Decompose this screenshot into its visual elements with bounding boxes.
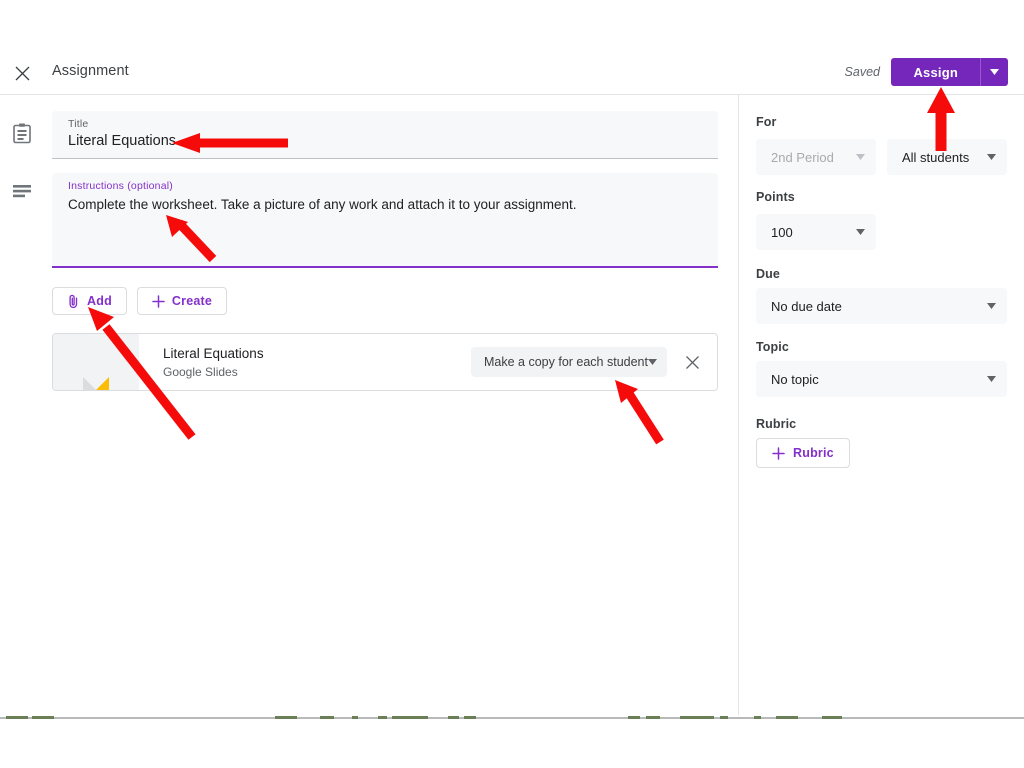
chevron-down-icon [987, 303, 996, 309]
topic-label: Topic [756, 340, 789, 354]
assign-button[interactable]: Assign [891, 58, 980, 86]
students-select[interactable]: All students [887, 139, 1007, 175]
main-content-column: Title Literal Equations Instructions (op… [44, 95, 738, 715]
points-select-value: 100 [771, 224, 793, 240]
description-lines-icon [10, 179, 34, 203]
add-button-label: Add [87, 294, 112, 308]
topic-select[interactable]: No topic [756, 361, 1007, 397]
assign-button-group: Assign [891, 58, 1008, 86]
class-select-value: 2nd Period [771, 149, 834, 165]
top-background-band [0, 0, 1024, 50]
instructions-field-value: Complete the worksheet. Take a picture o… [68, 197, 577, 212]
students-select-value: All students [902, 149, 970, 165]
chevron-down-icon [990, 69, 999, 75]
due-label: Due [756, 267, 780, 281]
assignment-dialog-screen: Assignment Saved Assign Title Literal Eq… [0, 0, 1024, 768]
thumbnail-corner-grey [83, 377, 96, 390]
description-lines-icon-glyph [13, 185, 31, 198]
plus-icon [152, 294, 165, 308]
due-select-value: No due date [771, 298, 842, 314]
points-label: Points [756, 190, 795, 204]
add-button[interactable]: Add [52, 287, 127, 315]
title-field-value: Literal Equations [68, 133, 177, 149]
paperclip-icon [69, 294, 78, 308]
close-icon [685, 355, 699, 369]
points-select[interactable]: 100 [756, 214, 876, 250]
thumbnail-corner-yellow [96, 377, 109, 390]
assignment-clipboard-icon [10, 121, 34, 145]
due-select[interactable]: No due date [756, 288, 1007, 324]
copy-option-value: Make a copy for each student [484, 355, 648, 369]
chevron-down-icon [856, 154, 865, 160]
saved-status: Saved [844, 65, 880, 79]
copy-option-select[interactable]: Make a copy for each student [471, 347, 667, 377]
attachment-type: Google Slides [163, 364, 238, 379]
rubric-label: Rubric [756, 417, 797, 431]
dialog-header: Assignment Saved [0, 50, 1024, 95]
instructions-field-label: Instructions (optional) [68, 180, 173, 192]
chevron-down-icon [987, 376, 996, 382]
attachment-card[interactable]: Literal Equations Google Slides Make a c… [52, 333, 718, 391]
instructions-field[interactable]: Instructions (optional) Complete the wor… [52, 173, 718, 268]
create-button-label: Create [171, 294, 213, 308]
background-page-sliver [0, 715, 1024, 768]
close-icon-glyph [15, 66, 29, 80]
plus-icon [772, 446, 785, 460]
attachment-info: Literal Equations Google Slides [139, 344, 471, 381]
attachment-action-row: Add Create [52, 287, 228, 315]
left-icon-rail: ? [0, 95, 44, 715]
attachment-name: Literal Equations [163, 345, 264, 361]
chevron-down-icon [987, 154, 996, 160]
assign-dropdown-caret[interactable] [980, 58, 1008, 86]
create-button[interactable]: Create [136, 287, 228, 315]
title-field[interactable]: Title Literal Equations [52, 111, 718, 159]
settings-sidebar: For 2nd Period All students Points 100 D… [739, 95, 1024, 715]
remove-attachment-button[interactable] [677, 347, 707, 377]
chevron-down-icon [856, 229, 865, 235]
for-label: For [756, 115, 777, 129]
close-icon[interactable] [8, 59, 36, 87]
class-select: 2nd Period [756, 139, 876, 175]
add-rubric-button-label: Rubric [793, 446, 834, 460]
add-rubric-button[interactable]: Rubric [756, 438, 850, 468]
google-slides-thumbnail [53, 334, 139, 390]
chevron-down-icon [648, 359, 657, 365]
sliver-divider-line [0, 717, 1024, 719]
page-title: Assignment [52, 63, 129, 79]
title-field-label: Title [68, 118, 89, 130]
topic-select-value: No topic [771, 371, 819, 387]
assignment-clipboard-icon-glyph [13, 123, 31, 143]
